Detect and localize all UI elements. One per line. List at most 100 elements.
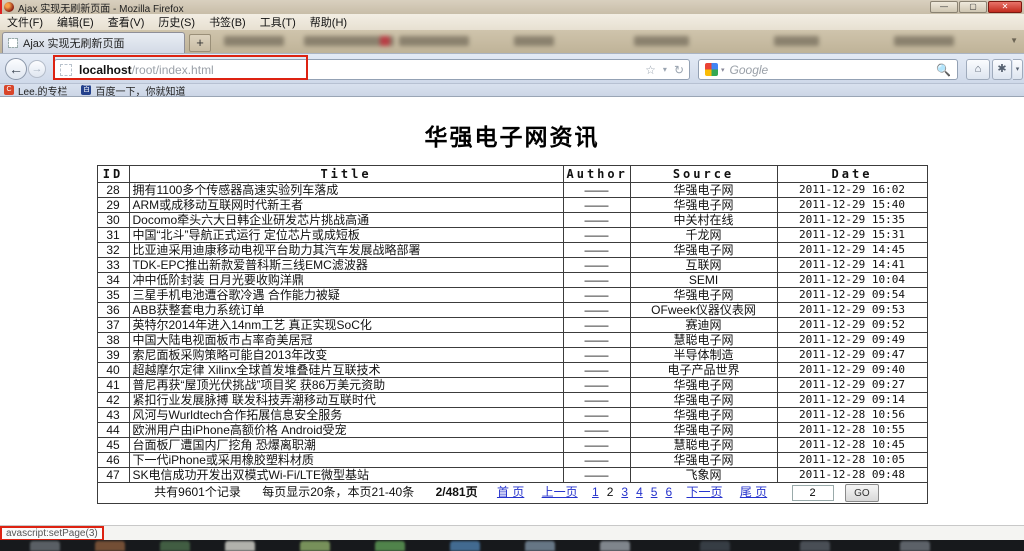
new-tab-button[interactable]: + [189, 34, 211, 52]
bookmark-item-0[interactable]: C Lee.的专栏 [4, 83, 67, 98]
row-date: 2011-12-29 09:54 [776, 287, 928, 303]
goto-page-input[interactable] [791, 484, 834, 501]
row-title: 普尼再获“屋顶光伏挑战”项目奖 获86万美元资助 [128, 377, 564, 393]
search-placeholder: Google [729, 62, 769, 77]
row-author: —— [562, 302, 631, 318]
reload-icon[interactable]: ↻ [674, 63, 684, 77]
row-author: —— [562, 392, 631, 408]
first-page-link[interactable]: 首 页 [497, 485, 524, 499]
row-author: —— [562, 422, 631, 438]
url-bar[interactable]: localhost/root/index.html ☆ ▾ ↻ [54, 59, 690, 80]
row-id: 36 [96, 302, 130, 318]
row-id: 35 [96, 287, 130, 303]
row-source: 中关村在线 [629, 212, 778, 228]
bookmark-label-1: 百度一下，你就知道 [95, 86, 186, 98]
minimize-button[interactable]: — [930, 1, 958, 13]
table-row: 36 ABB获整套电力系统订单 —— OFweek仪器仪表网 2011-12-29 09… [96, 302, 928, 318]
row-id: 38 [96, 332, 130, 348]
table-row: 45 台面板厂遭国内厂挖角 恐爆离职潮 —— 慧聪电子网 2011-12-28 10:4… [96, 437, 928, 453]
tab-favicon-icon [8, 38, 18, 48]
row-id: 33 [96, 257, 130, 273]
row-date: 2011-12-28 10:55 [776, 422, 928, 438]
row-author: —— [562, 227, 631, 243]
menu-item-1[interactable]: 编辑(E) [50, 14, 101, 30]
row-date: 2011-12-28 09:48 [776, 467, 928, 483]
news-table-body: 28 拥有1100多个传感器高速实验列车落成 —— 华强电子网 2011-12-29 1… [96, 182, 928, 483]
go-button[interactable]: GO [844, 484, 879, 502]
window-titlebar: Ajax 实现无刷新页面 - Mozilla Firefox — ▢ ✕ [0, 0, 1024, 15]
per-page-text: 每页显示20条，本页21-40条 [262, 484, 415, 499]
status-bar: avascript:setPage(3) [0, 525, 1024, 541]
menu-item-0[interactable]: 文件(F) [0, 14, 50, 30]
tab-ajax-page[interactable]: Ajax 实现无刷新页面 [2, 32, 185, 53]
addon-button[interactable]: ✱ [992, 59, 1012, 80]
forward-button[interactable]: → [28, 60, 46, 78]
bookmark-item-1[interactable]: 百百度一下，你就知道 [81, 83, 185, 98]
row-author: —— [562, 212, 631, 228]
list-all-tabs-icon[interactable]: ▼ [1010, 36, 1018, 45]
row-source: 电子产品世界 [629, 362, 778, 378]
row-title: 超越摩尔定律 Xilinx全球首发堆叠硅片互联技术 [128, 362, 564, 378]
row-source: 华强电子网 [629, 242, 778, 258]
row-source: 赛迪网 [629, 317, 778, 333]
row-title: 冲中低阶封装 日月光要收购洋鼎 [128, 272, 564, 288]
page-number-link-6[interactable]: 6 [665, 485, 672, 499]
row-source: 互联网 [629, 257, 778, 273]
page-number-link-4[interactable]: 4 [636, 485, 643, 499]
toolbar-dropdown-icon[interactable]: ▾ [1013, 59, 1023, 80]
header-title: Title [128, 165, 564, 183]
page-number-link-3[interactable]: 3 [621, 485, 628, 499]
row-source: OFweek仪器仪表网 [629, 302, 778, 318]
row-id: 29 [96, 197, 130, 213]
page-number-current: 2 [606, 484, 614, 499]
row-title: 中国大陆电视面板市占率奇美居冠 [128, 332, 564, 348]
search-box[interactable]: ▾ Google 🔍 [698, 59, 958, 80]
table-row: 39 索尼面板采购策略可能自2013年改变 —— 半导体制造 2011-12-29 09… [96, 347, 928, 363]
menu-item-2[interactable]: 查看(V) [101, 14, 152, 30]
row-source: 半导体制造 [629, 347, 778, 363]
row-source: 飞象网 [629, 467, 778, 483]
table-row: 41 普尼再获“屋顶光伏挑战”项目奖 获86万美元资助 —— 华强电子网 2011-12… [96, 377, 928, 393]
search-icon[interactable]: 🔍 [936, 63, 951, 77]
row-id: 28 [96, 182, 130, 198]
close-button[interactable]: ✕ [988, 1, 1022, 13]
back-button[interactable]: ← [5, 58, 27, 80]
table-row: 29 ARM或成移动互联网时代新王者 —— 华强电子网 2011-12-29 15:40 [96, 197, 928, 213]
row-date: 2011-12-29 09:52 [776, 317, 928, 333]
row-id: 42 [96, 392, 130, 408]
table-row: 37 英特尔2014年进入14nm工艺 真正实现SoC化 —— 赛迪网 2011-12-… [96, 317, 928, 333]
menu-item-5[interactable]: 工具(T) [253, 14, 303, 30]
prev-page-link[interactable]: 上一页 [542, 485, 578, 499]
url-host: localhost [79, 62, 132, 77]
total-records-text: 共有9601个记录 [154, 484, 241, 499]
page-favicon-icon [60, 63, 72, 76]
row-date: 2011-12-29 15:40 [776, 197, 928, 213]
page-number-link-5[interactable]: 5 [651, 485, 658, 499]
menu-item-3[interactable]: 历史(S) [151, 14, 202, 30]
table-row: 33 TDK-EPC推出新款爱普科斯三线EMC滤波器 —— 互联网 2011-12-29… [96, 257, 928, 273]
page-number-link-1[interactable]: 1 [592, 485, 599, 499]
row-id: 44 [96, 422, 130, 438]
menu-item-4[interactable]: 书签(B) [202, 14, 253, 30]
row-id: 47 [96, 467, 130, 483]
last-page-link[interactable]: 尾 页 [740, 485, 767, 499]
home-button[interactable]: ⌂ [966, 59, 990, 80]
next-page-link[interactable]: 下一页 [686, 485, 722, 499]
row-source: SEMI [629, 272, 778, 288]
table-row: 46 下一代iPhone或采用橡胶塑料材质 —— 华强电子网 2011-12-28 10… [96, 452, 928, 468]
menu-item-6[interactable]: 帮助(H) [303, 14, 354, 30]
row-source: 慧聪电子网 [629, 437, 778, 453]
row-title: ABB获整套电力系统订单 [128, 302, 564, 318]
search-engine-dropdown-icon[interactable]: ▾ [721, 66, 725, 74]
row-date: 2011-12-29 09:27 [776, 377, 928, 393]
row-author: —— [562, 347, 631, 363]
maximize-button[interactable]: ▢ [959, 1, 987, 13]
header-id: ID [96, 165, 130, 183]
row-date: 2011-12-29 10:04 [776, 272, 928, 288]
row-id: 45 [96, 437, 130, 453]
bookmark-star-icon[interactable]: ☆ [645, 63, 656, 77]
url-dropdown-icon[interactable]: ▾ [663, 65, 667, 74]
news-table: ID Title Author Source Date 28 拥有1100多个传感… [96, 165, 928, 504]
row-title: 欧洲用户由iPhone高额价格 Android受宠 [128, 422, 564, 438]
row-date: 2011-12-29 09:40 [776, 362, 928, 378]
